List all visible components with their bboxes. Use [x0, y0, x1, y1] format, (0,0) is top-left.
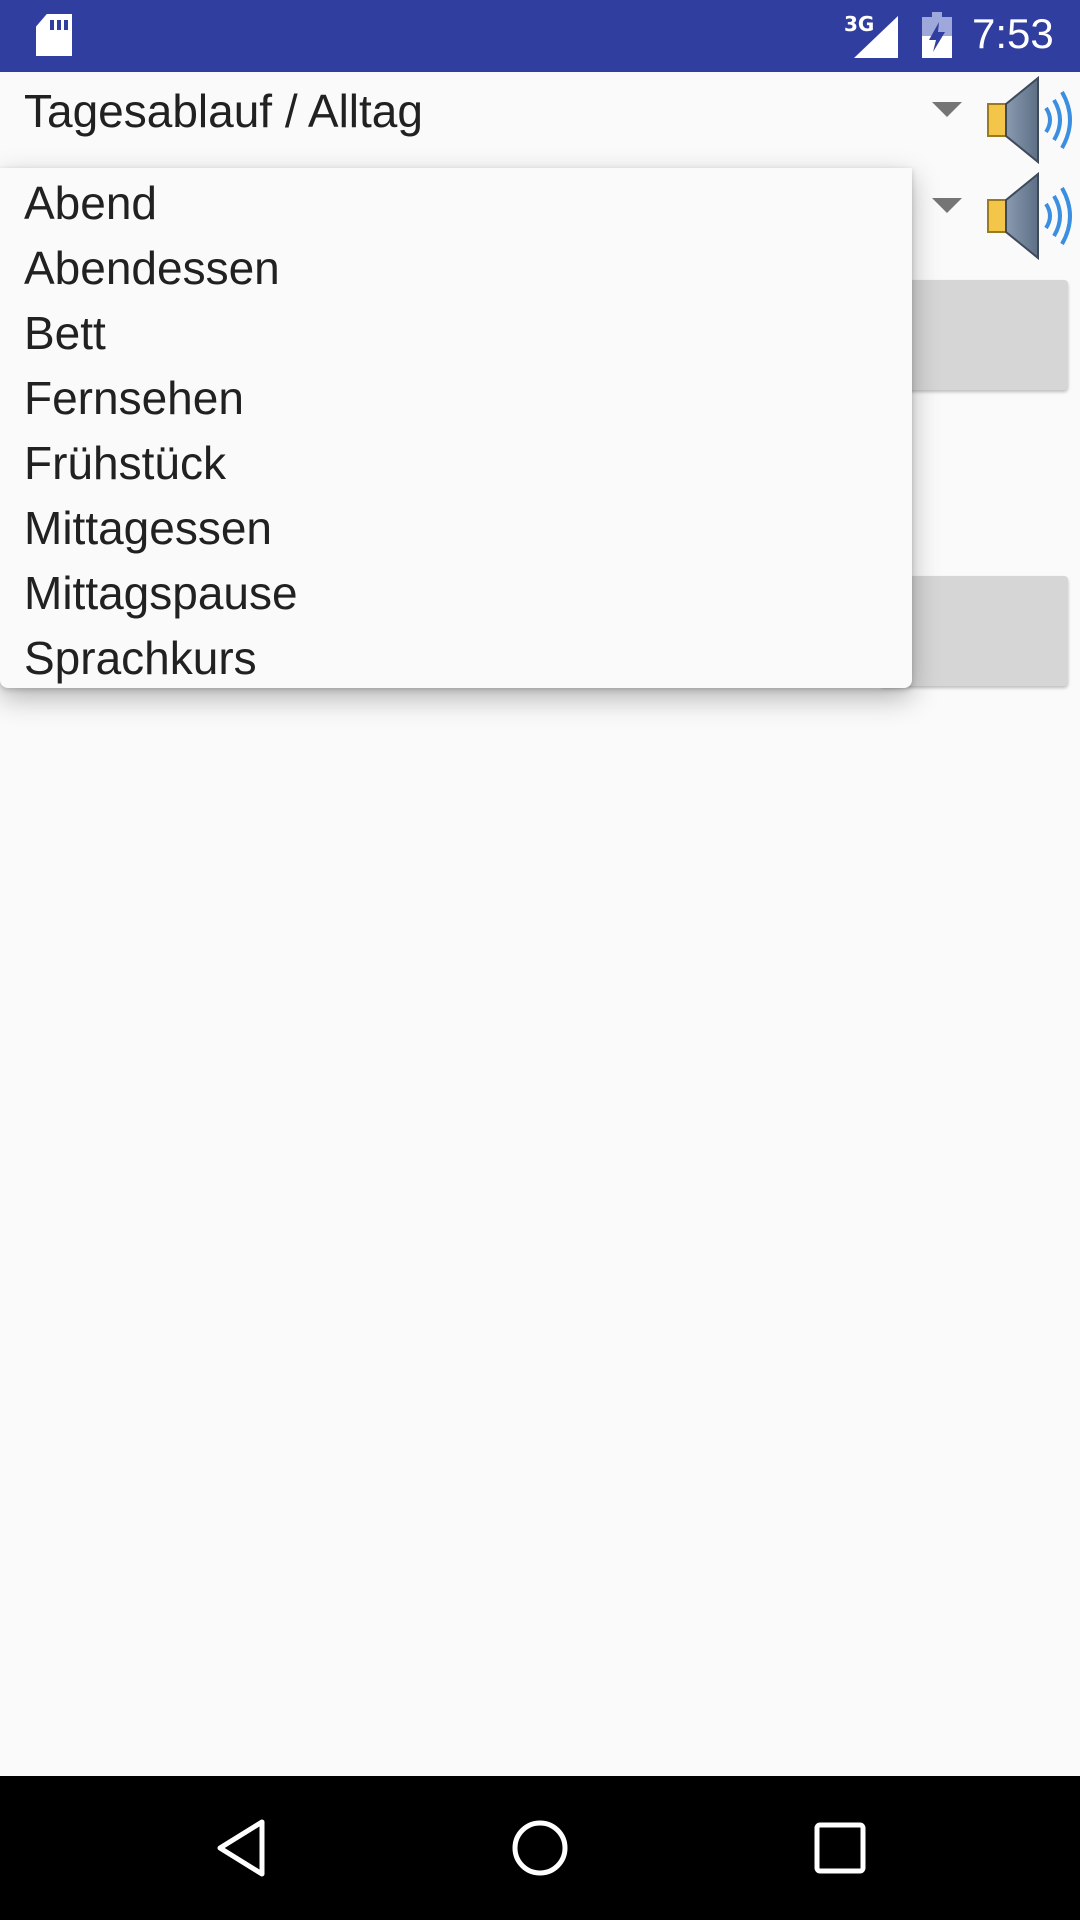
dropdown-item[interactable]: Abend [24, 176, 157, 230]
spinner-dropdown: Abend Abendessen Bett Fernsehen Frühstüc… [0, 168, 912, 688]
dropdown-item[interactable]: Bett [24, 306, 106, 360]
dropdown-item[interactable]: Fernsehen [24, 371, 244, 425]
speaker-icon[interactable] [980, 168, 1076, 264]
speaker-icon[interactable] [980, 72, 1076, 168]
chevron-down-icon[interactable] [932, 102, 962, 117]
clock: 7:53 [972, 10, 1054, 57]
dropdown-item[interactable]: Mittagspause [24, 566, 298, 620]
chevron-down-icon[interactable] [932, 198, 962, 213]
back-icon[interactable] [206, 1812, 278, 1884]
navigation-bar [0, 1776, 1080, 1920]
dropdown-item[interactable]: Mittagessen [24, 501, 272, 555]
home-icon[interactable] [504, 1812, 576, 1884]
category-spinner-row: Tagesablauf / Alltag [0, 72, 1080, 168]
battery-charging-icon [922, 12, 952, 58]
status-bar: 3G 7:53 [0, 0, 1080, 72]
dropdown-item[interactable]: Frühstück [24, 436, 226, 490]
dropdown-item[interactable]: Abendessen [24, 241, 280, 295]
recent-apps-icon[interactable] [804, 1812, 876, 1884]
dropdown-item[interactable]: Sprachkurs [24, 631, 257, 685]
signal-icon [854, 16, 898, 58]
sd-card-icon [36, 14, 72, 56]
category-spinner[interactable]: Tagesablauf / Alltag [24, 84, 423, 138]
